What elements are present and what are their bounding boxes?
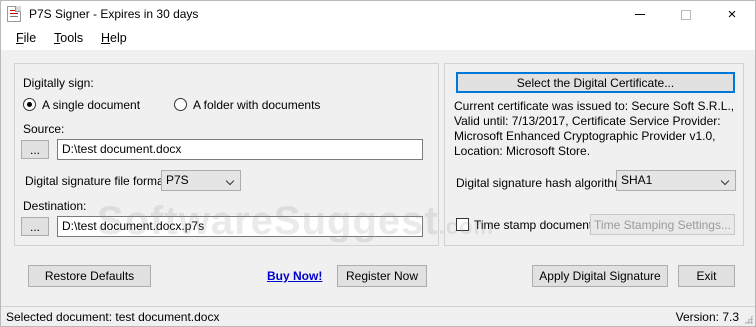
resize-grip-icon[interactable] bbox=[744, 315, 753, 324]
digitally-sign-label: Digitally sign: bbox=[23, 76, 94, 90]
window-title: P7S Signer - Expires in 30 days bbox=[29, 7, 199, 21]
destination-path-input[interactable]: D:\test document.docx.p7s bbox=[57, 216, 423, 237]
buy-now-link[interactable]: Buy Now! bbox=[267, 269, 322, 283]
selected-document-status: Selected document: test document.docx bbox=[6, 310, 220, 324]
restore-defaults-button[interactable]: Restore Defaults bbox=[28, 265, 151, 287]
single-document-label[interactable]: A single document bbox=[42, 98, 140, 112]
format-select-value: P7S bbox=[166, 173, 189, 187]
source-path-input[interactable]: D:\test document.docx bbox=[57, 139, 423, 160]
title-bar: P7S Signer - Expires in 30 days × bbox=[1, 1, 755, 28]
menu-help[interactable]: Help bbox=[101, 31, 127, 45]
hash-algorithm-label: Digital signature hash algorithm: bbox=[456, 176, 628, 190]
select-certificate-button[interactable]: Select the Digital Certificate... bbox=[456, 72, 735, 93]
single-document-radio[interactable] bbox=[23, 98, 36, 111]
folder-label[interactable]: A folder with documents bbox=[193, 98, 320, 112]
document-app-icon bbox=[7, 6, 21, 22]
version-label: Version: 7.3 bbox=[675, 310, 739, 324]
minimize-button[interactable] bbox=[617, 1, 663, 28]
minimize-icon bbox=[635, 14, 645, 15]
menu-file[interactable]: File bbox=[16, 31, 36, 45]
app-window: P7S Signer - Expires in 30 days × File T… bbox=[0, 0, 756, 327]
folder-radio[interactable] bbox=[174, 98, 187, 111]
chevron-down-icon bbox=[720, 176, 730, 186]
hash-algorithm-value: SHA1 bbox=[621, 173, 653, 187]
format-select[interactable]: P7S bbox=[161, 170, 241, 191]
close-button[interactable]: × bbox=[709, 1, 755, 28]
certificate-info-text: Current certificate was issued to: Secur… bbox=[454, 99, 735, 158]
timestamp-label[interactable]: Time stamp document bbox=[474, 218, 592, 232]
menu-tools[interactable]: Tools bbox=[54, 31, 83, 45]
hash-algorithm-select[interactable]: SHA1 bbox=[616, 170, 736, 191]
status-bar: Selected document: test document.docx Ve… bbox=[1, 306, 755, 326]
destination-browse-button[interactable]: ... bbox=[21, 217, 49, 236]
format-label: Digital signature file format: bbox=[25, 174, 171, 188]
apply-signature-button[interactable]: Apply Digital Signature bbox=[532, 265, 668, 287]
timestamp-checkbox[interactable] bbox=[456, 218, 469, 231]
close-icon: × bbox=[727, 6, 737, 23]
register-now-button[interactable]: Register Now bbox=[337, 265, 427, 287]
menu-bar: File Tools Help bbox=[1, 28, 755, 50]
maximize-icon bbox=[681, 9, 691, 20]
maximize-button[interactable] bbox=[663, 1, 709, 28]
source-label: Source: bbox=[23, 122, 65, 136]
timestamp-settings-button[interactable]: Time Stamping Settings... bbox=[590, 214, 735, 235]
chevron-down-icon bbox=[225, 176, 235, 186]
source-browse-button[interactable]: ... bbox=[21, 140, 49, 159]
exit-button[interactable]: Exit bbox=[678, 265, 735, 287]
destination-label: Destination: bbox=[23, 199, 87, 213]
